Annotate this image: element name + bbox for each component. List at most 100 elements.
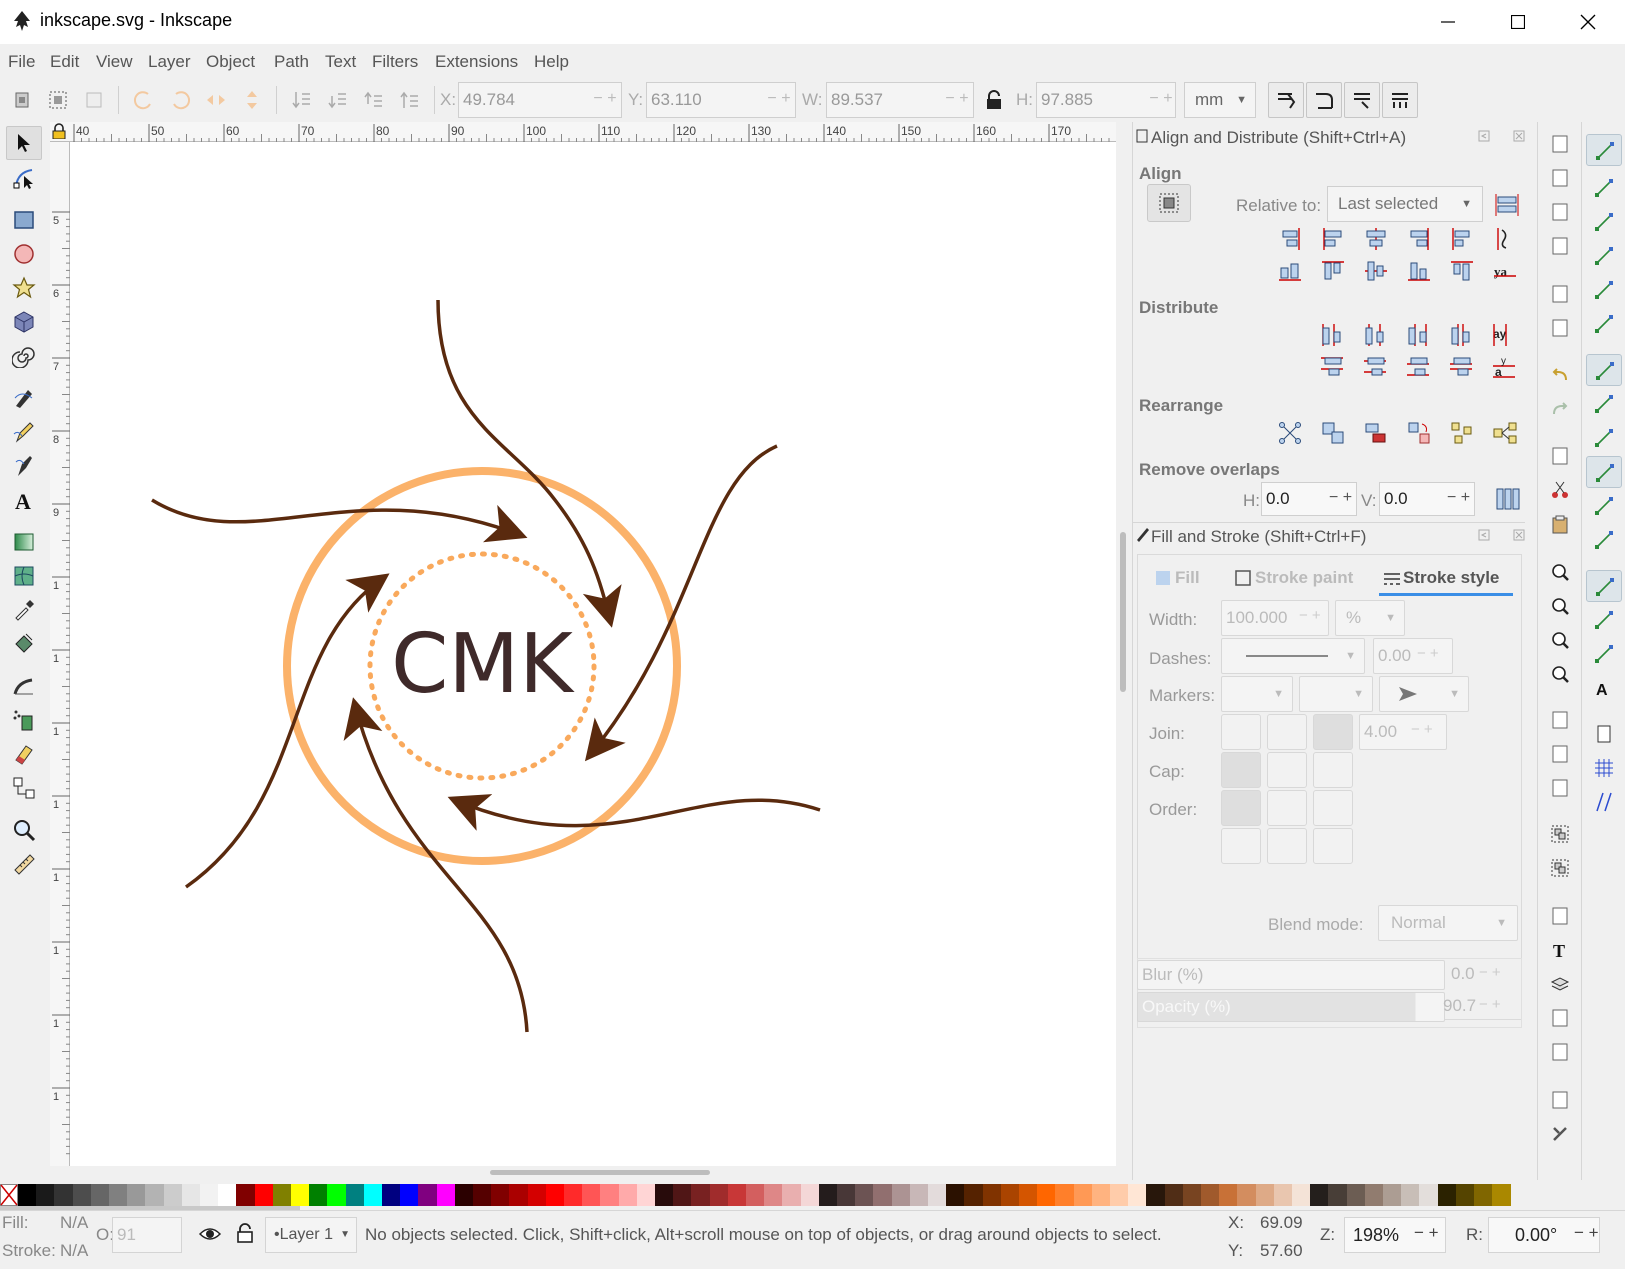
align-baseline-icon[interactable] bbox=[1492, 226, 1518, 252]
dash-offset-spin[interactable]: − + bbox=[1417, 645, 1439, 662]
palette-swatch[interactable] bbox=[345, 1184, 365, 1206]
palette-swatch[interactable] bbox=[564, 1184, 583, 1206]
arrow-right-bottom[interactable] bbox=[447, 794, 821, 831]
align-bottom-to-top-icon[interactable] bbox=[1277, 258, 1303, 284]
vertical-ruler[interactable]: 5 6 7 8 9 1 1 1 1 1 1 1 1 bbox=[50, 142, 70, 1166]
exchange-positions-icon[interactable] bbox=[1320, 420, 1346, 446]
tab-stroke-style[interactable]: Stroke style bbox=[1379, 560, 1513, 596]
unlink-clone-icon[interactable] bbox=[1550, 778, 1570, 798]
lock-proportions-button[interactable] bbox=[976, 82, 1012, 118]
unit-select[interactable]: mm ▼ bbox=[1184, 82, 1256, 118]
scale-stroke-button[interactable] bbox=[1268, 82, 1304, 118]
palette-swatch[interactable] bbox=[1110, 1184, 1129, 1206]
panel-iconify-icon[interactable] bbox=[1478, 529, 1490, 541]
palette-swatch[interactable] bbox=[418, 1184, 438, 1206]
order-stroke-fill-button[interactable] bbox=[1267, 790, 1307, 826]
arrow-bottom[interactable] bbox=[343, 697, 529, 1033]
blend-mode-select[interactable]: Normal ▼ bbox=[1378, 905, 1518, 941]
align-bottom-edges-icon[interactable] bbox=[1406, 258, 1432, 284]
snap-bbox-midpoints-button[interactable] bbox=[1586, 274, 1622, 306]
opacity-spin[interactable]: − + bbox=[1479, 996, 1501, 1013]
snap-page-border-button[interactable] bbox=[1586, 718, 1622, 750]
palette-swatch[interactable] bbox=[291, 1184, 310, 1206]
duplicate-icon[interactable] bbox=[1550, 446, 1570, 466]
select-all-icon[interactable] bbox=[10, 88, 34, 112]
palette-swatch[interactable] bbox=[873, 1184, 893, 1206]
overlap-h-spin[interactable]: − + bbox=[1329, 489, 1352, 507]
join-bevel-button[interactable] bbox=[1267, 714, 1307, 750]
menu-help[interactable]: Help bbox=[534, 52, 569, 72]
distribute-bottom-edges-icon[interactable] bbox=[1405, 354, 1431, 380]
palette-swatch[interactable] bbox=[600, 1184, 620, 1206]
open-file-icon[interactable] bbox=[1550, 168, 1570, 188]
palette-swatch[interactable] bbox=[928, 1184, 947, 1206]
join-miter-button[interactable] bbox=[1221, 714, 1261, 750]
pencil-tool[interactable] bbox=[10, 418, 38, 446]
palette-swatch[interactable] bbox=[636, 1184, 656, 1206]
palette-swatch[interactable] bbox=[818, 1184, 838, 1206]
dash-pattern-select[interactable]: ▼ bbox=[1221, 638, 1365, 674]
palette-swatch[interactable] bbox=[1364, 1184, 1384, 1206]
palette-swatch[interactable] bbox=[72, 1184, 92, 1206]
palette-swatch[interactable] bbox=[1437, 1184, 1457, 1206]
palette-swatch[interactable] bbox=[127, 1184, 146, 1206]
horizontal-scroll-thumb[interactable] bbox=[490, 1170, 710, 1175]
zoom-tool[interactable] bbox=[10, 816, 38, 844]
distribute-left-edges-icon[interactable] bbox=[1319, 322, 1345, 348]
snap-text-baseline-button[interactable]: A bbox=[1586, 672, 1622, 704]
snap-cusp-nodes-button[interactable] bbox=[1586, 456, 1622, 488]
palette-swatch[interactable] bbox=[982, 1184, 1002, 1206]
graph-layout-icon[interactable] bbox=[1277, 420, 1303, 446]
snap-bbox-center-button[interactable] bbox=[1586, 308, 1622, 340]
palette-swatch[interactable] bbox=[400, 1184, 419, 1206]
end-marker-select[interactable]: ▼ bbox=[1379, 676, 1469, 712]
logo-text[interactable]: CMK bbox=[391, 617, 575, 712]
palette-swatch[interactable] bbox=[855, 1184, 874, 1206]
center-on-horizontal-axis-icon[interactable] bbox=[1363, 258, 1389, 284]
lower-icon[interactable] bbox=[326, 88, 350, 112]
raise-to-top-icon[interactable] bbox=[398, 88, 422, 112]
treat-as-group-button[interactable] bbox=[1147, 184, 1191, 222]
scale-patterns-button[interactable] bbox=[1382, 82, 1418, 118]
palette-swatch[interactable] bbox=[746, 1184, 765, 1206]
palette-swatch[interactable] bbox=[582, 1184, 601, 1206]
snap-toggle-button[interactable] bbox=[1586, 134, 1622, 166]
palette-swatch[interactable] bbox=[764, 1184, 783, 1206]
unclump-icon[interactable] bbox=[1492, 420, 1518, 446]
palette-swatch[interactable] bbox=[837, 1184, 856, 1206]
palette-swatch[interactable] bbox=[109, 1184, 128, 1206]
objects-icon[interactable] bbox=[1550, 1008, 1570, 1028]
opacity-slider[interactable]: Opacity (%) bbox=[1137, 992, 1445, 1022]
node-tool[interactable] bbox=[10, 164, 38, 192]
clone-icon[interactable] bbox=[1550, 744, 1570, 764]
order-normal-button[interactable] bbox=[1221, 790, 1261, 826]
align-top-to-bottom-icon[interactable] bbox=[1449, 258, 1475, 284]
align-top-edges-icon[interactable] bbox=[1320, 258, 1346, 284]
menu-object[interactable]: Object bbox=[206, 52, 255, 72]
palette-swatch[interactable] bbox=[946, 1184, 965, 1206]
palette-swatch[interactable] bbox=[709, 1184, 729, 1206]
stroke-width-spin[interactable]: − + bbox=[1299, 607, 1321, 624]
exchange-positions-clockwise-icon[interactable] bbox=[1406, 420, 1432, 446]
snap-others-button[interactable] bbox=[1586, 570, 1622, 602]
preferences-icon[interactable] bbox=[1550, 1124, 1570, 1144]
text-font-icon[interactable]: T bbox=[1550, 940, 1570, 960]
xml-editor-icon[interactable] bbox=[1550, 906, 1570, 926]
palette-swatch[interactable] bbox=[545, 1184, 565, 1206]
palette-swatch[interactable] bbox=[1146, 1184, 1166, 1206]
layers-icon[interactable] bbox=[1550, 974, 1570, 994]
zoom-page-icon[interactable] bbox=[1550, 630, 1570, 650]
palette-swatch[interactable] bbox=[673, 1184, 692, 1206]
palette-swatch[interactable] bbox=[181, 1184, 201, 1206]
snap-guides-button[interactable] bbox=[1586, 786, 1622, 818]
palette-swatch[interactable] bbox=[363, 1184, 383, 1206]
exchange-positions-z-icon[interactable] bbox=[1363, 420, 1389, 446]
no-paint-icon[interactable] bbox=[0, 1184, 18, 1206]
menu-filters[interactable]: Filters bbox=[372, 52, 418, 72]
menu-layer[interactable]: Layer bbox=[148, 52, 191, 72]
distribute-baselines-vertical-icon[interactable]: ay bbox=[1491, 354, 1517, 380]
maximize-button[interactable] bbox=[1484, 0, 1552, 44]
paste-icon[interactable] bbox=[1550, 514, 1570, 534]
palette-swatch[interactable] bbox=[473, 1184, 492, 1206]
h-spin[interactable]: − + bbox=[1144, 82, 1178, 118]
